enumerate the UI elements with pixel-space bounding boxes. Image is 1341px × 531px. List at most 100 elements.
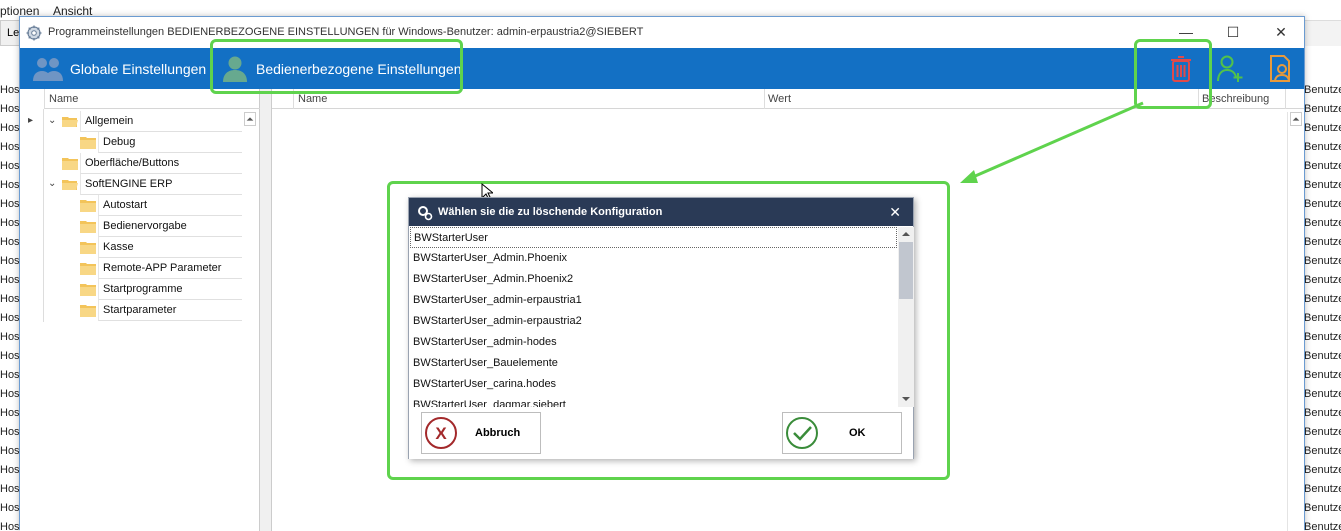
bg-host-cell: Hos — [0, 84, 20, 96]
bg-user-cell: Benutze — [1304, 236, 1341, 248]
config-list-item[interactable]: BWStarterUser_admin-erpaustria1 — [410, 290, 897, 311]
collapse-chevron-icon[interactable]: ⌄ — [48, 116, 58, 126]
settings-gear-icon — [418, 206, 433, 221]
bg-host-cell: Hos — [0, 426, 20, 438]
cancel-label: Abbruch — [475, 427, 521, 439]
bg-host-cell: Hos — [0, 350, 20, 362]
bg-user-cell: Benutze — [1304, 122, 1341, 134]
column-separator — [764, 89, 765, 109]
bg-user-cell: Benutze — [1304, 293, 1341, 305]
config-list-item[interactable]: BWStarterUser_Admin.Phoenix — [410, 248, 897, 269]
column-header-description[interactable]: Beschreibung — [1202, 93, 1269, 105]
bg-host-cell: Hos — [0, 445, 20, 457]
bg-user-cell: Benutze — [1304, 483, 1341, 495]
bg-host-cell: Hos — [0, 217, 20, 229]
config-list-item[interactable]: BWStarterUser_admin-erpaustria2 — [410, 311, 897, 332]
dialog-title: Wählen sie die zu löschende Konfiguratio… — [438, 206, 663, 218]
bg-user-cell: Benutze — [1304, 217, 1341, 229]
tree-header-name: Name — [49, 93, 79, 105]
config-list-item[interactable]: BWStarterUser_carina.hodes — [410, 374, 897, 395]
scroll-up-icon[interactable] — [1290, 112, 1302, 126]
tree-item-label: SoftENGINE ERP — [80, 174, 242, 195]
panel-splitter[interactable] — [260, 89, 272, 531]
scroll-up-icon[interactable] — [898, 228, 914, 240]
bg-host-cell: Hos — [0, 141, 20, 153]
folder-icon — [62, 158, 78, 170]
bg-host-cell: Hos — [0, 103, 20, 115]
tree-item-label: Oberfläche/Buttons — [80, 153, 242, 174]
add-user-icon[interactable] — [1216, 54, 1244, 84]
config-list-scrollbar[interactable] — [898, 227, 914, 407]
column-separator — [1285, 89, 1286, 109]
tree-item-remote-app[interactable]: Remote-APP Parameter — [20, 258, 242, 279]
user-document-icon[interactable] — [1268, 54, 1294, 84]
column-header-name[interactable]: Name — [298, 93, 327, 105]
dialog-close-button[interactable]: ✕ — [889, 204, 901, 221]
tree-item-autostart[interactable]: Autostart — [20, 195, 242, 216]
config-list-item[interactable]: BWStarterUser_Bauelemente — [410, 353, 897, 374]
tree-item-label: Kasse — [98, 237, 242, 258]
dialog-title-bar[interactable]: Wählen sie die zu löschende Konfiguratio… — [409, 198, 913, 226]
tree-panel: Name ▸ ⌄ Allgemein Debug Oberfläche/Butt… — [20, 89, 260, 531]
expand-arrow-icon[interactable]: ▸ — [28, 116, 38, 126]
highlight-user-tab — [210, 39, 463, 94]
bg-host-cell: Hos — [0, 407, 20, 419]
grid-scrollbar[interactable] — [1287, 112, 1304, 531]
tree-item-softengine[interactable]: ⌄ SoftENGINE ERP — [20, 174, 242, 195]
cancel-button[interactable]: X Abbruch — [421, 412, 541, 454]
config-list-item[interactable]: BWStarterUser_Admin.Phoenix2 — [410, 269, 897, 290]
bg-host-cell: Hos — [0, 160, 20, 172]
tree-item-label: Debug — [98, 132, 242, 153]
close-button[interactable]: ✕ — [1258, 21, 1304, 45]
tree-item-label: Remote-APP Parameter — [98, 258, 242, 279]
tree-scrollbar[interactable] — [242, 112, 259, 522]
config-list[interactable]: BWStarterUser BWStarterUser_Admin.Phoeni… — [410, 227, 898, 407]
tree-item-label: Autostart — [98, 195, 242, 216]
background-toolbar: Le — [0, 20, 20, 46]
bg-host-cell: Hos — [0, 483, 20, 495]
tree-item-kasse[interactable]: Kasse — [20, 237, 242, 258]
ok-label: OK — [849, 427, 866, 439]
settings-gear-icon — [26, 25, 42, 41]
background-left-column: Hos Hos Hos Hos Hos Hos Hos Hos Hos Hos Hos Hos Hos H… — [0, 84, 20, 530]
tree-item-startparameter[interactable]: Startparameter — [20, 300, 242, 321]
collapse-chevron-icon[interactable]: ⌄ — [48, 179, 58, 189]
folder-icon — [80, 263, 96, 275]
scroll-down-icon[interactable] — [898, 393, 914, 405]
maximize-button[interactable]: ☐ — [1210, 21, 1256, 45]
bg-host-cell: Hos — [0, 236, 20, 248]
bg-host-cell: Hos — [0, 502, 20, 514]
bg-host-cell: Hos — [0, 122, 20, 134]
scroll-up-icon[interactable] — [244, 112, 256, 126]
scroll-thumb[interactable] — [899, 242, 913, 299]
bg-user-cell: Benutze — [1304, 141, 1341, 153]
tree-item-oberflaeche[interactable]: Oberfläche/Buttons — [20, 153, 242, 174]
bg-host-cell: Hos — [0, 274, 20, 286]
tree-item-bedienervorgabe[interactable]: Bedienervorgabe — [20, 216, 242, 237]
tree-item-label: Allgemein — [80, 111, 242, 132]
bg-user-cell: Benutze — [1304, 331, 1341, 343]
config-list-item[interactable]: BWStarterUser — [410, 227, 897, 248]
background-right-column: Benutze Benutze Benutze Benutze Benutze Benut… — [1304, 84, 1341, 530]
ok-button[interactable]: OK — [782, 412, 902, 454]
tree-item-startprogramme[interactable]: Startprogramme — [20, 279, 242, 300]
bg-user-cell: Benutze — [1304, 445, 1341, 457]
tree-item-debug[interactable]: Debug — [20, 132, 242, 153]
column-header-value[interactable]: Wert — [768, 93, 791, 105]
bg-user-cell: Benutze — [1304, 179, 1341, 191]
bg-host-cell: Hos — [0, 179, 20, 191]
config-list-item[interactable]: BWStarterUser_dagmar.siebert — [410, 395, 897, 407]
tab-global-settings[interactable]: Globale Einstellungen — [32, 48, 206, 89]
bg-host-cell: Hos — [0, 521, 20, 530]
config-list-item[interactable]: BWStarterUser_admin-hodes — [410, 332, 897, 353]
tree-item-allgemein[interactable]: ▸ ⌄ Allgemein — [20, 111, 242, 132]
bg-host-cell: Hos — [0, 293, 20, 305]
bg-user-cell: Benutze — [1304, 407, 1341, 419]
bg-user-cell: Benutze — [1304, 521, 1341, 530]
bg-host-cell: Hos — [0, 464, 20, 476]
bg-toolbar-label[interactable]: Le — [7, 27, 19, 39]
folder-icon — [80, 137, 96, 149]
tree-item-label: Startparameter — [98, 300, 242, 321]
bg-host-cell: Hos — [0, 369, 20, 381]
users-group-icon — [33, 57, 63, 81]
